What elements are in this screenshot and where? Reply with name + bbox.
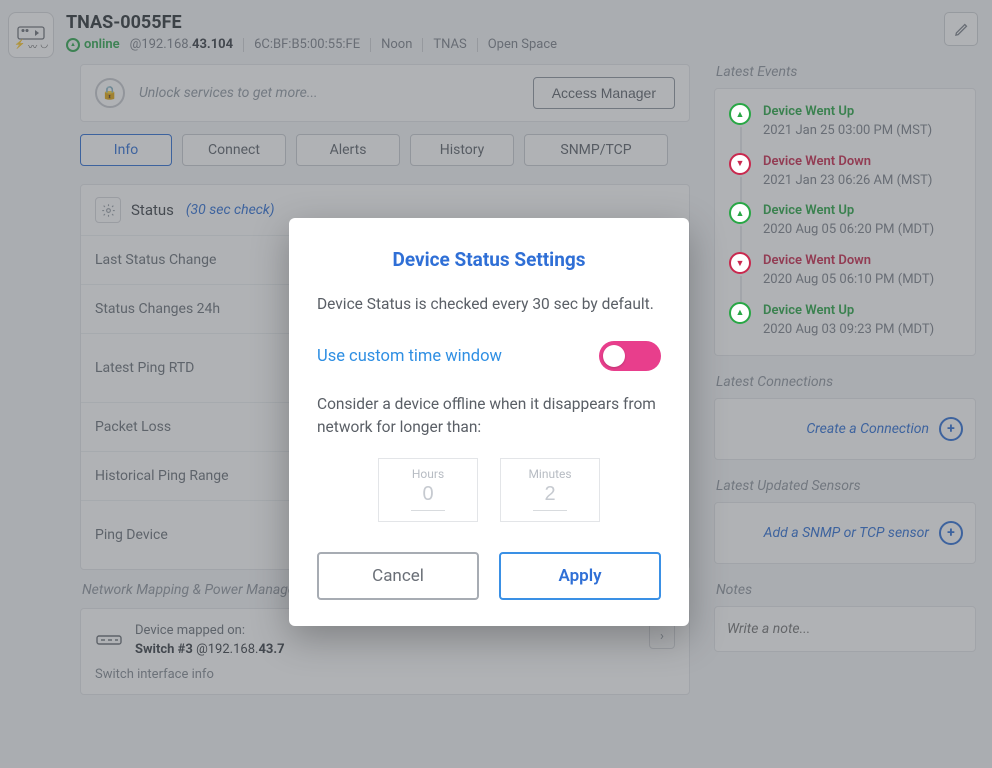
- custom-window-label: Use custom time window: [317, 347, 502, 366]
- event-down-icon: [729, 252, 751, 274]
- modal-title: Device Status Settings: [317, 248, 661, 271]
- cancel-button[interactable]: Cancel: [317, 552, 479, 600]
- minutes-input-box: Minutes: [500, 458, 600, 522]
- event-up-icon: [729, 302, 751, 324]
- modal-description: Device Status is checked every 30 sec by…: [317, 293, 661, 315]
- minutes-input[interactable]: [501, 483, 599, 506]
- hours-label: Hours: [379, 467, 477, 481]
- hours-input-box: Hours: [378, 458, 478, 522]
- modal-subtext: Consider a device offline when it disapp…: [317, 393, 661, 438]
- apply-button[interactable]: Apply: [499, 552, 661, 600]
- event-up-icon: [729, 103, 751, 125]
- minutes-label: Minutes: [501, 467, 599, 481]
- device-status-settings-modal: Device Status Settings Device Status is …: [289, 218, 689, 626]
- event-down-icon: [729, 153, 751, 175]
- custom-window-toggle[interactable]: [599, 341, 661, 371]
- hours-input[interactable]: [379, 483, 477, 506]
